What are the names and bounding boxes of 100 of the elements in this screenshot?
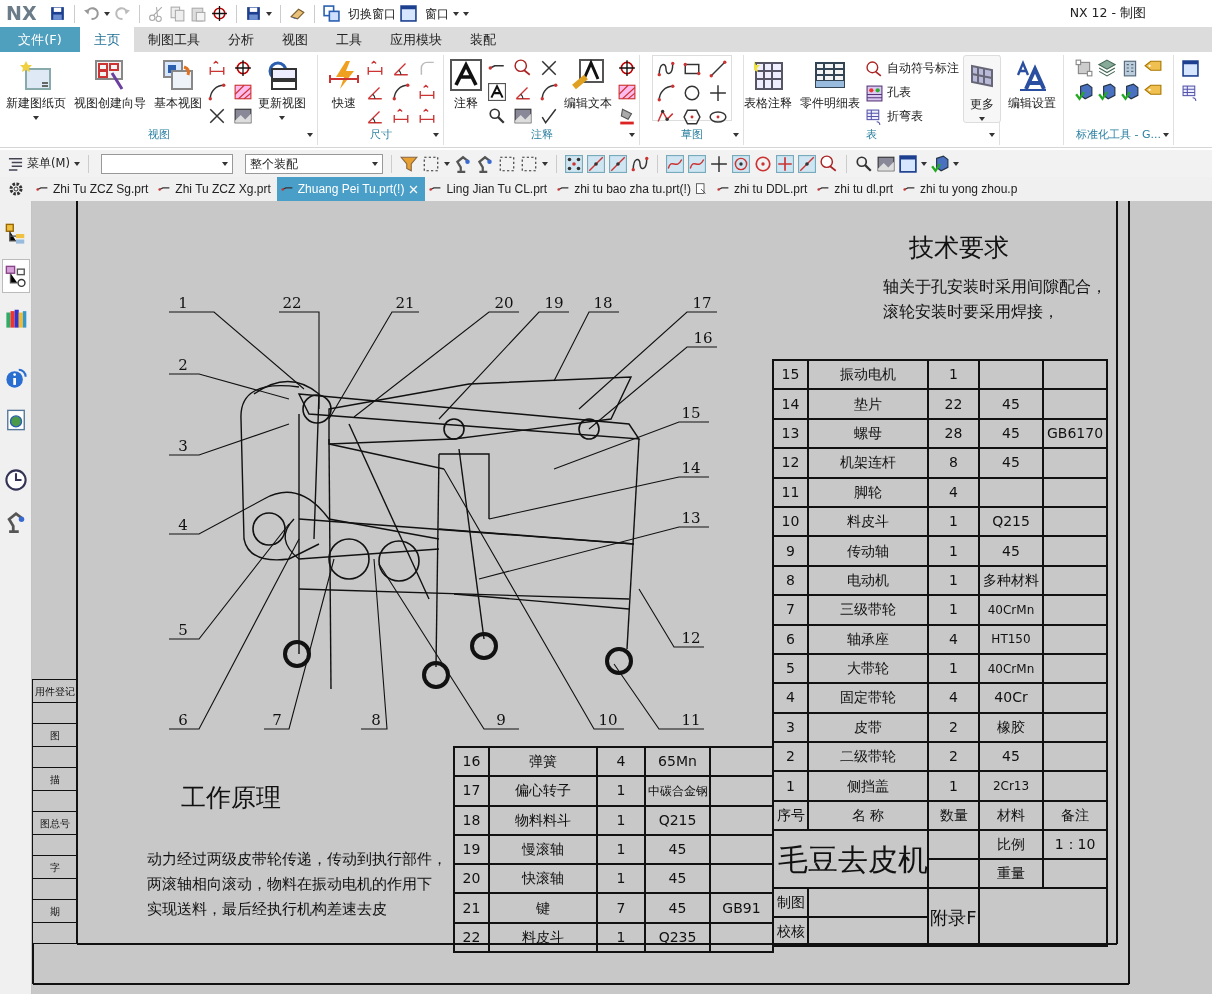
snap-line-icon[interactable] [608,154,627,173]
picture-icon[interactable] [876,154,895,173]
arc-icon[interactable] [208,83,226,101]
dimension-icon[interactable] [417,83,436,101]
crosshair-icon[interactable] [210,5,228,22]
robot-arm-icon[interactable] [453,154,472,173]
dimension-icon[interactable] [391,107,410,125]
cube-check-icon[interactable] [1121,83,1139,101]
window-icon[interactable] [399,5,417,22]
windows-icon[interactable] [322,5,340,22]
window-icon[interactable] [898,154,917,173]
ribbon-button[interactable]: 编辑文本 [561,55,614,123]
snap-curve-icon[interactable] [687,154,706,173]
ribbon-button[interactable]: 孔表 [866,83,959,103]
window-menu[interactable]: 窗口 [424,4,449,23]
check-mark-icon[interactable] [539,107,558,125]
building-icon[interactable] [1121,59,1139,77]
dimension-icon[interactable] [365,59,384,77]
paint-bucket-icon[interactable] [617,107,636,125]
ribbon-button[interactable]: 零件明细表 [798,55,862,123]
close-icon[interactable] [408,183,420,195]
save-icon[interactable] [48,5,66,22]
layers-icon[interactable] [1098,59,1116,77]
letter-a-icon[interactable] [487,83,506,101]
ribbon-button[interactable]: 快速 [325,55,362,123]
crosshair-icon[interactable] [617,59,636,77]
caret-icon[interactable] [989,133,995,137]
ribbon-button[interactable]: 折弯表 [866,107,959,127]
caret-icon[interactable] [920,161,927,166]
ribbon-tab[interactable]: 分析 [214,27,268,52]
filter-icon[interactable] [399,154,418,173]
hatch-icon[interactable] [234,83,252,101]
snap-circle-icon[interactable] [731,154,750,173]
window-icon[interactable] [1182,60,1199,77]
curve-icon[interactable] [656,60,675,78]
caret-icon[interactable] [1163,133,1169,137]
caret-icon[interactable] [103,11,110,16]
caret-icon[interactable] [265,11,272,16]
ribbon-button[interactable]: 新建图纸页 [4,55,68,123]
caret-icon[interactable] [979,117,985,122]
caret-icon[interactable] [73,161,80,166]
dimension-icon[interactable] [417,107,436,125]
ribbon-button[interactable]: 注释 [447,55,484,123]
file-tab[interactable]: zhi tu bao zha tu.prt(!) [553,177,713,201]
crosshair-icon[interactable] [234,59,252,77]
ribbon-button[interactable]: 更新视图 [256,55,308,123]
cross-icon[interactable] [208,107,226,125]
caret-icon[interactable] [541,161,548,166]
ribbon-tab[interactable]: 应用模块 [376,27,456,52]
plus-icon[interactable] [709,154,728,173]
ribbon-tab[interactable]: 装配 [456,27,510,52]
snap-line-icon[interactable] [586,154,605,173]
ribbon-button[interactable]: 表格注释 [742,55,794,123]
clipboard-icon[interactable] [189,5,207,22]
picture-icon[interactable] [513,107,532,125]
selection-icon[interactable] [519,154,538,173]
file-tab[interactable]: zhi tu DDL.prt [712,177,814,201]
picture-icon[interactable] [234,107,252,125]
snap-plus-icon[interactable] [775,154,794,173]
settings-icon[interactable] [8,181,24,197]
cross-icon[interactable] [539,59,558,77]
menu-button[interactable]: 菜单(M) [8,153,80,174]
caret-icon[interactable] [221,161,228,166]
curve-icon[interactable] [630,154,649,173]
arc-icon[interactable] [539,83,558,101]
ribbon-button[interactable]: 基本视图 [152,55,204,123]
caret-icon[interactable] [307,133,313,137]
hatch-icon[interactable] [617,83,636,101]
circle-icon[interactable] [682,84,701,102]
ribbon-button[interactable]: 更多 [963,55,1001,123]
caret-icon[interactable] [733,133,739,137]
ribbon-button[interactable]: 视图创建向导 [72,55,148,123]
caret-icon[interactable] [952,161,959,166]
ribbon-button[interactable]: 编辑设置 [1005,55,1058,123]
ribbon-tab[interactable]: 视图 [268,27,322,52]
dimension-icon[interactable] [208,59,226,77]
file-tab[interactable]: Zhi Tu ZCZ Xg.prt [154,177,277,201]
ribbon-tab[interactable]: 工具 [322,27,376,52]
snap-curve-icon[interactable] [665,154,684,173]
hexagon-icon[interactable] [682,108,701,126]
ellipse-icon[interactable] [708,108,727,126]
rectangle-icon[interactable] [682,60,701,78]
plus-icon[interactable] [708,84,727,102]
magnifier-icon[interactable] [487,107,506,125]
file-tab[interactable]: zhi tu yong zhou.p [898,177,1024,201]
cube-check-icon[interactable] [1098,83,1116,101]
arc-icon[interactable] [391,83,410,101]
switch-window-button[interactable]: 切换窗口 [347,4,396,23]
cube-icon[interactable] [1075,59,1093,77]
selection-icon[interactable] [497,154,516,173]
cube-check-icon[interactable] [930,154,949,173]
cube-check-icon[interactable] [1075,83,1093,101]
snap-points-icon[interactable] [564,154,583,173]
caret-icon[interactable] [279,116,285,121]
arc-icon[interactable] [656,84,675,102]
caret-icon[interactable] [33,116,39,121]
caret-icon[interactable] [371,161,378,166]
file-tab[interactable]: Ling Jian Tu CL.prt [425,177,554,201]
ribbon-tab[interactable]: 主页 [80,27,134,52]
magnifier-icon[interactable] [854,154,873,173]
